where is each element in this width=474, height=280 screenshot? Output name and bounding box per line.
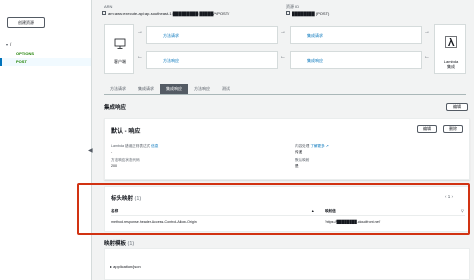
content-handling-label-text: 内容处理	[295, 144, 310, 148]
lambda-regex-value: -	[111, 150, 113, 154]
mapping-templates-count: (1)	[127, 241, 135, 247]
lambda-icon	[445, 36, 457, 48]
tab-method-response[interactable]: 方法响应	[188, 84, 216, 94]
copy-icon[interactable]	[102, 11, 106, 15]
default-mapping-label: 默认映射	[295, 158, 310, 162]
integration-request-box[interactable]: 集成请求	[290, 26, 422, 44]
content-handling-label: 内容处理 了解更多 ↗	[295, 144, 329, 149]
delete-button[interactable]: 删除	[443, 125, 463, 133]
resources-panel: 创建资源 ▾ / OPTIONS POST ◀	[0, 0, 93, 280]
default-mapping-value: 是	[295, 164, 299, 168]
default-response-panel: 默认 - 响应 编辑 删除 Lambda 错误正则表达式 信息 - 方法响应状态…	[104, 118, 470, 180]
mapping-template-content-type: application/json	[113, 264, 141, 269]
tab-integration-response[interactable]: 集成响应	[160, 84, 188, 94]
arrow-left-icon: ←	[137, 54, 143, 60]
tab-divider	[104, 94, 466, 95]
method-response-link[interactable]: 方法响应	[163, 58, 179, 64]
lambda-label: Lambda 集成	[435, 59, 467, 69]
arn-label: ARN	[104, 4, 113, 9]
arrow-right-icon: →	[280, 29, 286, 35]
integration-response-link[interactable]: 集成响应	[307, 58, 323, 64]
client-label: 客户端	[114, 59, 126, 64]
method-request-link[interactable]: 方法请求	[163, 33, 179, 39]
mapping-templates-title-text: 映射模板	[104, 241, 127, 247]
main-content: ARN arn:aws:execute-api:ap-southeast-1:█…	[96, 0, 474, 280]
tab-method-request[interactable]: 方法请求	[104, 84, 132, 94]
method-response-box[interactable]: 方法响应	[146, 51, 278, 69]
resource-id-label: 资源 ID	[286, 4, 300, 9]
mapping-template-item[interactable]: ▸ application/json	[110, 264, 141, 269]
method-request-box[interactable]: 方法请求	[146, 26, 278, 44]
caret-down-icon[interactable]: ▾	[6, 40, 8, 50]
method-flow-diagram: 客户端 → 方法请求 → 集成请求 → ← 方法响应 ← 集成响应 ← Lamb…	[104, 24, 466, 74]
api-gateway-console: 创建资源 ▾ / OPTIONS POST ◀ ARN arn:aws:execu…	[0, 0, 474, 280]
edit-button[interactable]: 编辑	[417, 125, 437, 133]
method-options[interactable]: OPTIONS	[0, 50, 91, 58]
arn-value: arn:aws:execute-api:ap-southeast-1:█████…	[108, 11, 230, 16]
collapse-panel-icon[interactable]: ◀	[88, 147, 93, 154]
create-resource-button[interactable]: 创建资源	[7, 17, 45, 28]
integration-request-link[interactable]: 集成请求	[307, 33, 323, 39]
mapping-templates-panel	[104, 248, 470, 280]
arrow-right-icon: →	[137, 29, 143, 35]
root-path: /	[10, 42, 12, 47]
tree-root-resource[interactable]: ▾ /	[0, 40, 91, 50]
external-link-icon[interactable]: ↗	[326, 144, 329, 148]
content-handling-value: 传递	[295, 150, 303, 154]
lambda-sub: 集成	[447, 64, 455, 69]
lambda-regex-label-text: Lambda 错误正则表达式	[111, 144, 151, 148]
client-box: 客户端	[104, 24, 134, 74]
info-link[interactable]: 信息	[151, 144, 158, 148]
monitor-icon	[114, 38, 126, 49]
method-tabs: 方法请求 集成请求 集成响应 方法响应 测试	[104, 84, 236, 94]
arrow-left-icon: ←	[280, 54, 286, 60]
highlight-box	[77, 183, 470, 235]
method-post[interactable]: POST	[0, 58, 91, 66]
arrow-right-icon: →	[424, 29, 430, 35]
panel-title: 默认 - 响应	[111, 129, 141, 135]
method-status-label: 方法响应状态代码	[111, 158, 140, 162]
mapping-templates-title: 映射模板 (1)	[104, 239, 134, 247]
learn-more-link[interactable]: 了解更多	[310, 144, 324, 148]
integration-response-box[interactable]: 集成响应	[290, 51, 422, 69]
tab-test[interactable]: 测试	[216, 84, 236, 94]
lambda-box: Lambda 集成	[434, 24, 466, 74]
lambda-regex-label: Lambda 错误正则表达式 信息	[111, 144, 158, 149]
arrow-left-icon: ←	[424, 54, 430, 60]
resource-tree: ▾ / OPTIONS POST	[0, 40, 91, 66]
copy-icon[interactable]	[286, 11, 290, 15]
method-status-value: 200	[111, 164, 117, 168]
edit-integration-response-button[interactable]: 编辑	[446, 103, 468, 111]
resource-id-value: ████████ (POST)	[292, 11, 330, 16]
caret-right-icon[interactable]: ▸	[110, 264, 112, 269]
section-title: 集成响应	[104, 105, 127, 111]
tab-integration-request[interactable]: 集成请求	[132, 84, 160, 94]
